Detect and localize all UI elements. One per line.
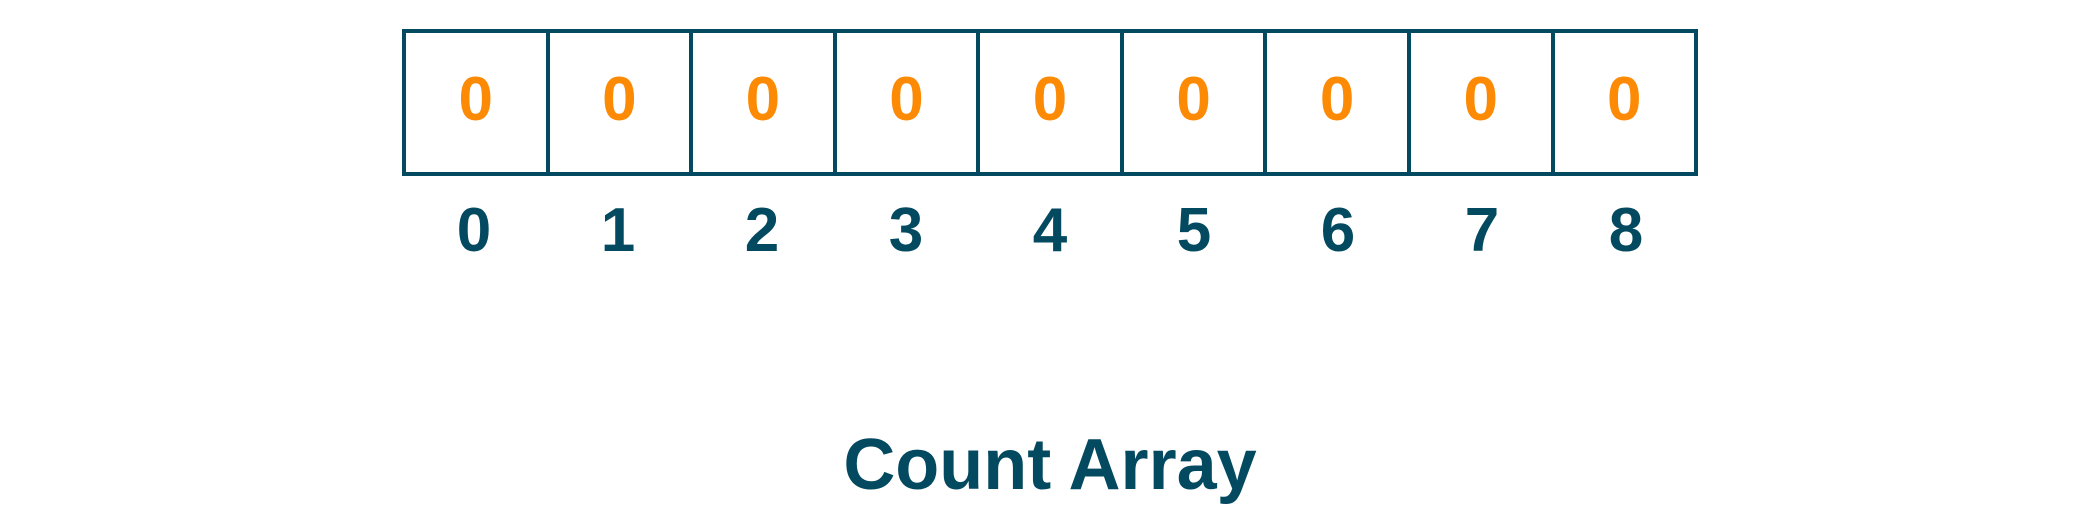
- array-cell: 0: [980, 33, 1124, 172]
- index-label: 3: [888, 196, 924, 265]
- array-cell: 0: [1124, 33, 1268, 172]
- array-cell: 0: [837, 33, 981, 172]
- array-cell: 0: [693, 33, 837, 172]
- index-label: 7: [1464, 196, 1500, 265]
- index-labels: 0 1 2 3 4 5 6 7 8: [402, 196, 1698, 266]
- index-label: 1: [600, 196, 636, 265]
- array-cell: 0: [1411, 33, 1555, 172]
- array-cell: 0: [406, 33, 550, 172]
- array-cell: 0: [1607, 65, 1642, 134]
- count-array: 0 0 0 0 0 0 0 0 0: [402, 29, 1698, 176]
- index-label: 4: [1032, 196, 1068, 265]
- index-label: 8: [1608, 196, 1644, 265]
- index-label: 2: [744, 196, 780, 265]
- index-label: 6: [1320, 196, 1356, 265]
- index-label: 0: [456, 196, 492, 265]
- array-cell: 0: [1267, 33, 1411, 172]
- index-label: 5: [1176, 196, 1212, 265]
- array-cell: 0: [550, 33, 694, 172]
- diagram-title: Count Array: [843, 425, 1257, 505]
